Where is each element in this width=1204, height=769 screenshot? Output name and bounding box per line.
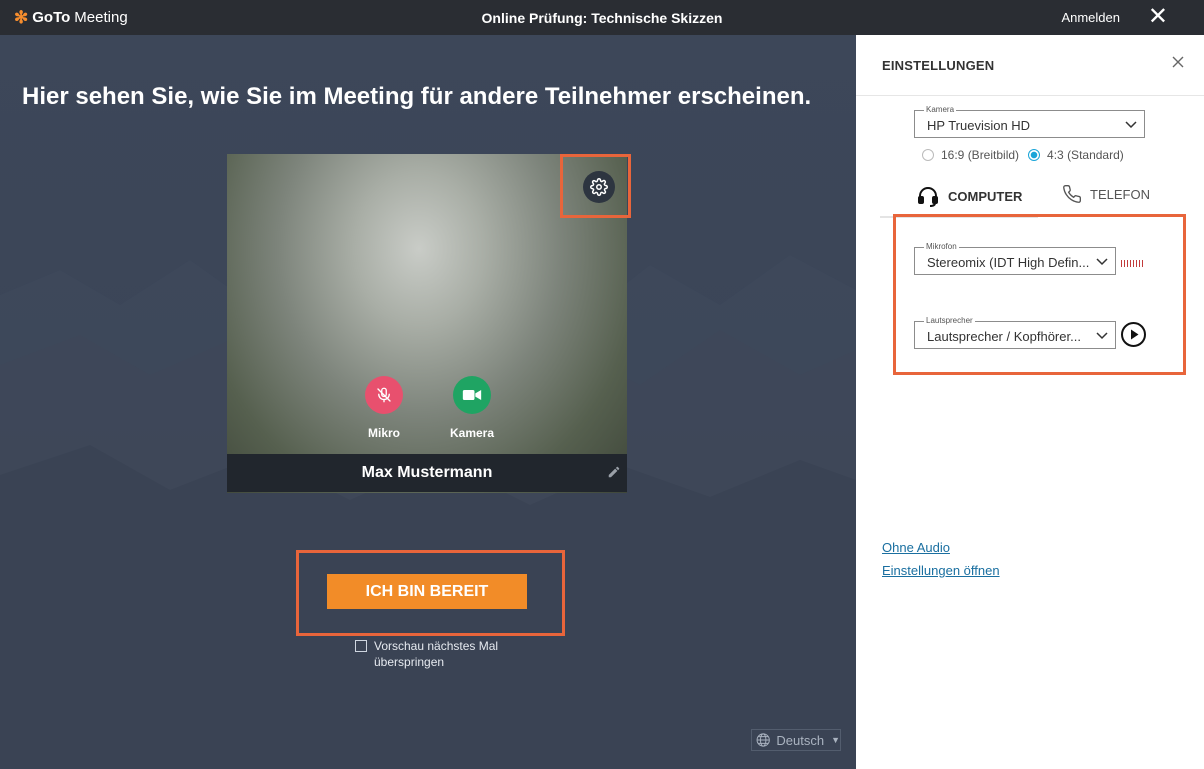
microphone-select[interactable]: Mikrofon Stereomix (IDT High Defin...: [914, 242, 1116, 275]
camera-toggle-button[interactable]: [453, 376, 491, 414]
no-audio-link[interactable]: Ohne Audio: [882, 540, 950, 555]
settings-panel: EINSTELLUNGEN: [856, 35, 1204, 769]
speaker-test-button[interactable]: [1121, 322, 1146, 347]
speaker-select-legend: Lautsprecher: [924, 316, 975, 326]
speaker-select[interactable]: Lautsprecher Lautsprecher / Kopfhörer...: [914, 316, 1116, 349]
aspect-ratio-options: 16:9 (Breitbild) 4:3 (Standard): [922, 148, 1124, 162]
page-headline: Hier sehen Sie, wie Sie im Meeting für a…: [22, 83, 812, 110]
mic-control: Mikro: [354, 376, 414, 440]
chevron-down-icon: [1125, 121, 1137, 129]
camera-control: Kamera: [442, 376, 502, 440]
skip-preview-option: Vorschau nächstes Mal überspringen: [355, 638, 524, 670]
close-icon: [1172, 56, 1184, 68]
headset-icon: [918, 187, 938, 207]
gear-icon: [590, 178, 608, 196]
participant-name: Max Mustermann: [361, 464, 493, 481]
settings-title: EINSTELLUNGEN: [882, 58, 995, 73]
aspect-16-9-radio[interactable]: [922, 149, 934, 161]
aspect-4-3-label: 4:3 (Standard): [1047, 148, 1124, 162]
microphone-muted-icon: [377, 387, 391, 403]
skip-preview-checkbox[interactable]: [355, 640, 367, 652]
microphone-select-value: Stereomix (IDT High Defin...: [927, 255, 1090, 270]
camera-select-value: HP Truevision HD: [927, 118, 1031, 133]
ready-button[interactable]: ICH BIN BEREIT: [327, 574, 527, 609]
language-selector[interactable]: Deutsch ▼: [751, 729, 841, 751]
mic-level-meter: [1121, 260, 1143, 267]
sign-in-link[interactable]: Anmelden: [1061, 10, 1120, 25]
mic-toggle-button[interactable]: [365, 376, 403, 414]
globe-icon: [756, 733, 770, 747]
window-title: Online Prüfung: Technische Skizzen: [481, 10, 723, 26]
pencil-icon[interactable]: [607, 465, 621, 484]
tab-phone[interactable]: TELEFON: [1062, 184, 1150, 204]
tab-underline: [880, 216, 1038, 218]
camera-select[interactable]: Kamera HP Truevision HD: [914, 105, 1145, 138]
skip-preview-label: Vorschau nächstes Mal überspringen: [374, 639, 499, 669]
phone-icon: [1063, 184, 1082, 203]
close-settings-button[interactable]: [1172, 52, 1184, 73]
open-settings-link[interactable]: Einstellungen öffnen: [882, 563, 1000, 578]
divider: [856, 95, 1204, 96]
video-settings-button[interactable]: [583, 171, 615, 203]
tab-computer-label: COMPUTER: [948, 188, 1023, 204]
aspect-16-9-label: 16:9 (Breitbild): [941, 148, 1020, 162]
tab-phone-label: TELEFON: [1090, 186, 1150, 202]
aspect-4-3-radio[interactable]: [1028, 149, 1041, 161]
camera-label: Kamera: [449, 426, 495, 440]
chevron-down-icon: [1096, 332, 1108, 340]
mic-label: Mikro: [367, 426, 400, 440]
video-preview: Mikro Kamera: [227, 154, 627, 493]
chevron-down-icon: [1096, 258, 1108, 266]
speaker-select-value: Lautsprecher / Kopfhörer...: [927, 329, 1081, 344]
camera-select-legend: Kamera: [924, 105, 957, 115]
video-camera-icon: [462, 390, 482, 400]
close-window-button[interactable]: ✕: [1148, 5, 1168, 29]
tab-computer[interactable]: COMPUTER: [916, 184, 1022, 208]
title-bar: ✻ GoTo Meeting Online Prüfung: Technische…: [0, 0, 1204, 35]
microphone-select-legend: Mikrofon: [924, 242, 959, 252]
language-value: Deutsch: [776, 732, 825, 748]
chevron-down-icon: ▼: [831, 735, 840, 745]
play-icon: [1130, 329, 1138, 340]
preview-area: Hier sehen Sie, wie Sie im Meeting für a…: [0, 35, 856, 769]
participant-name-bar: Max Mustermann: [227, 454, 627, 492]
